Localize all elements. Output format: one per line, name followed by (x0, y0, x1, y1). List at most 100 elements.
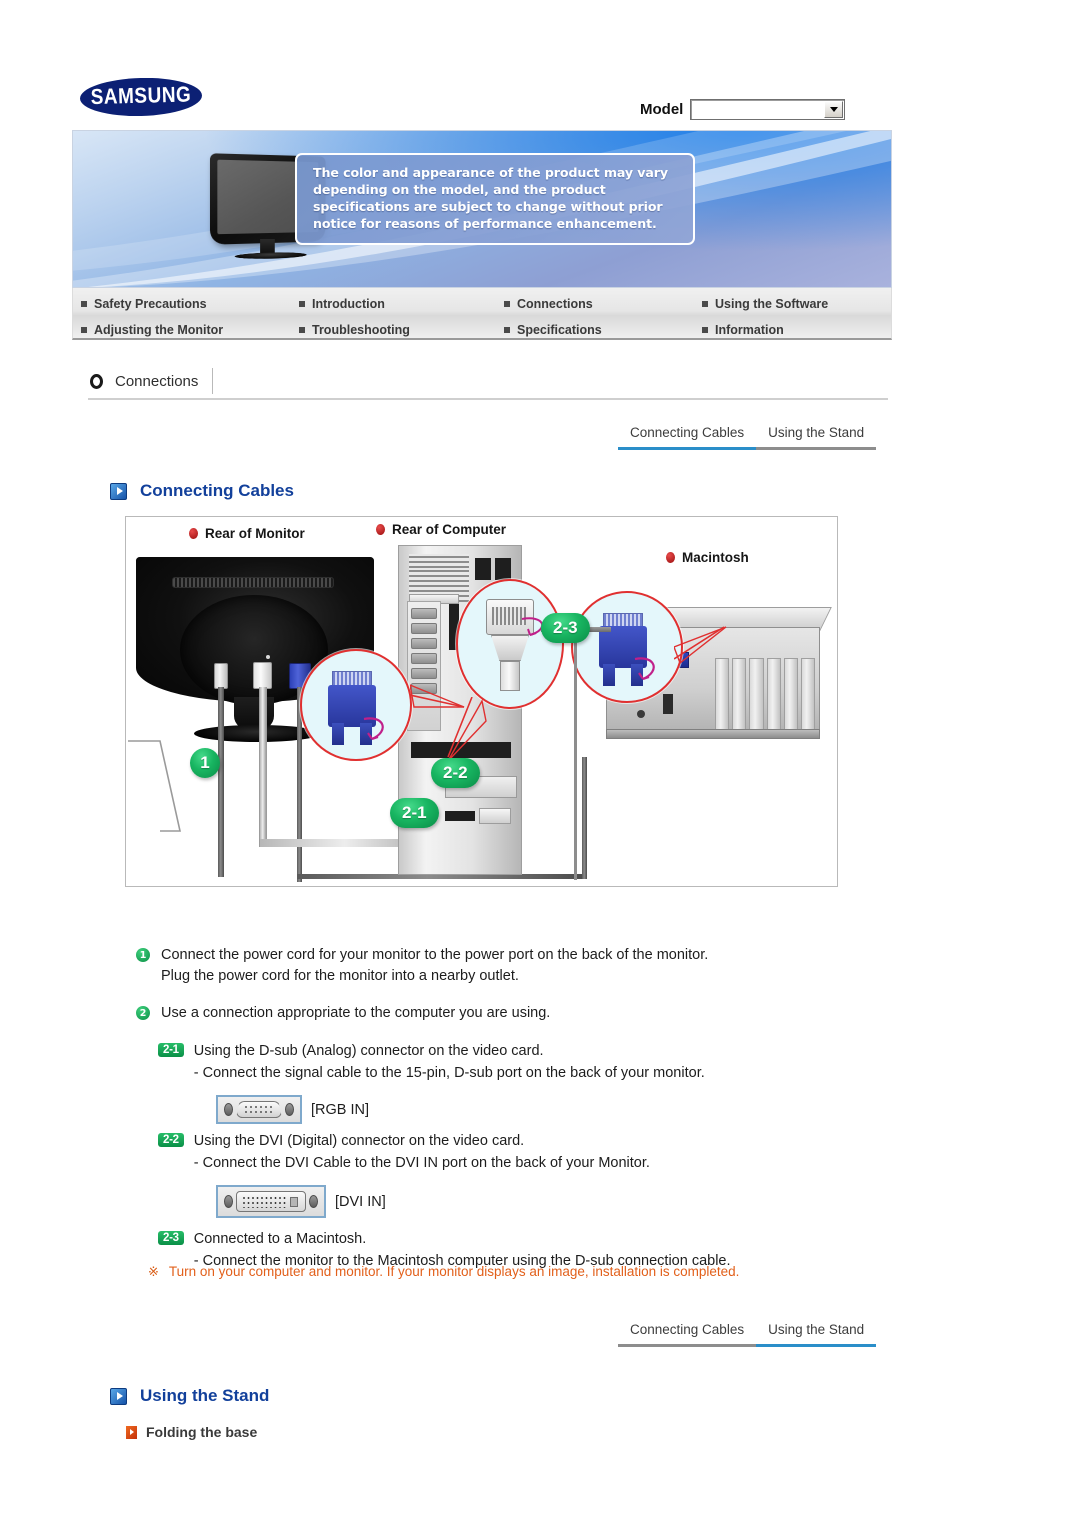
step-2-1-text: Using the D-sub (Analog) connector on th… (194, 1040, 705, 1084)
red-bullet-icon (189, 528, 198, 539)
chevron-down-icon[interactable] (824, 101, 844, 118)
bullet-icon (299, 301, 305, 307)
step-2-1-line-1: Using the D-sub (Analog) connector on th… (193, 1043, 544, 1059)
circle-icon (90, 373, 103, 389)
product-notice-box: The color and appearance of the product … (295, 153, 695, 245)
bullet-icon (81, 327, 87, 333)
step-1-text: Connect the power cord for your monitor … (161, 945, 708, 987)
magnifier-macintosh-dsub (571, 591, 683, 703)
cable-macintosh-riser (574, 632, 577, 880)
tab-using-the-stand-bottom[interactable]: Using the Stand (756, 1320, 877, 1347)
nav-item-using-the-software[interactable]: Using the Software (702, 291, 891, 317)
nav-item-troubleshooting[interactable]: Troubleshooting (299, 317, 504, 343)
cable-dvi-vertical (259, 687, 267, 847)
nav-item-connections[interactable]: Connections (504, 291, 702, 317)
dsub-port-icon (216, 1095, 302, 1124)
model-label: Model (640, 101, 684, 118)
magnifier-computer-dvi (456, 579, 564, 709)
badge-2-2: 2-2 (431, 758, 480, 788)
nav-item-safety-precautions[interactable]: Safety Precautions (81, 291, 299, 317)
tab-connecting-cables-bottom[interactable]: Connecting Cables (618, 1320, 757, 1347)
step-2-2-text: Using the DVI (Digital) connector on the… (194, 1130, 650, 1174)
bullet-icon (504, 301, 510, 307)
play-arrow-icon (110, 1387, 127, 1405)
manual-page: SAMSUNG Model The color and appearance o… (0, 0, 1080, 1528)
bullet-icon (81, 301, 87, 307)
magnifier-monitor-dsub (300, 649, 412, 761)
nav-label: Adjusting the Monitor (94, 323, 224, 337)
step-2-3-line-1: Connected to a Macintosh. (193, 1231, 367, 1247)
bullet-icon (702, 327, 708, 333)
section-title-using-the-stand: Using the Stand (140, 1386, 270, 1405)
orange-play-arrow-icon (126, 1425, 137, 1439)
power-plug-connector (214, 663, 228, 689)
nav-label: Troubleshooting (312, 323, 410, 337)
nav-item-introduction[interactable]: Introduction (299, 291, 504, 317)
step-number-badge: 1 (136, 948, 150, 962)
tabs-bottom: Connecting Cables Using the Stand (618, 1320, 877, 1347)
diagram-label-rear-of-monitor: Rear of Monitor (189, 526, 305, 541)
nav-label: Connections (517, 297, 593, 311)
section-heading-using-the-stand: Using the Stand (110, 1386, 269, 1406)
nav-item-adjusting-the-monitor[interactable]: Adjusting the Monitor (81, 317, 299, 343)
nav-label: Safety Precautions (94, 297, 207, 311)
step-number-badge: 2 (136, 1006, 150, 1020)
step-2-1-line-2: - Connect the signal cable to the 15-pin… (193, 1065, 705, 1081)
red-bullet-icon (376, 524, 385, 535)
label-text: Rear of Monitor (205, 526, 305, 541)
step-2-2-line-2: - Connect the DVI Cable to the DVI IN po… (193, 1155, 650, 1171)
cable-dsub-riser (582, 757, 587, 879)
nav-label: Information (715, 323, 784, 337)
model-selector-row: Model (640, 99, 846, 120)
step-1-line-2: Plug the power cord for the monitor into… (161, 968, 519, 984)
substep-badge-2-1: 2-1 (158, 1043, 184, 1057)
model-dropdown[interactable] (690, 99, 846, 120)
dvi-plug-connector (253, 662, 272, 689)
nav-label: Specifications (517, 323, 602, 337)
dvi-in-port-row: [DVI IN] (216, 1185, 936, 1218)
main-navigation: Safety Precautions Introduction Connecti… (72, 288, 892, 340)
step-2-2-line-1: Using the DVI (Digital) connector on the… (193, 1133, 525, 1149)
tabs-top: Connecting Cables Using the Stand (618, 423, 877, 450)
substep-badge-2-3: 2-3 (158, 1231, 184, 1245)
red-bullet-icon (666, 552, 675, 563)
page-header: SAMSUNG Model The color and appearance o… (0, 0, 1080, 345)
badge-2-3: 2-3 (541, 613, 590, 643)
label-text: Macintosh (682, 550, 749, 565)
breadcrumb: Connections (88, 364, 888, 400)
installation-note-text: Turn on your computer and monitor. If yo… (168, 1264, 740, 1279)
nav-label: Introduction (312, 297, 385, 311)
rgb-in-port-row: [RGB IN] (216, 1095, 936, 1124)
label-text: Rear of Computer (392, 522, 507, 537)
bullet-icon (299, 327, 305, 333)
badge-1: 1 (190, 748, 220, 778)
subsection-title: Folding the base (146, 1424, 258, 1440)
section-heading-connecting-cables: Connecting Cables (110, 481, 294, 501)
reference-mark-icon: ※ (148, 1264, 159, 1279)
instruction-step-1: 1 Connect the power cord for your monito… (136, 945, 936, 987)
nav-label: Using the Software (715, 297, 829, 311)
badge-2-1: 2-1 (390, 798, 439, 828)
connection-diagram: Rear of Monitor Rear of Computer Macinto… (125, 516, 838, 887)
substep-badge-2-2: 2-2 (158, 1133, 184, 1147)
bullet-icon (504, 327, 510, 333)
diagram-label-macintosh: Macintosh (666, 550, 749, 565)
dvi-in-caption: [DVI IN] (335, 1193, 386, 1210)
instruction-step-2-2: 2-2 Using the DVI (Digital) connector on… (158, 1130, 936, 1218)
nav-item-information[interactable]: Information (702, 317, 891, 343)
instruction-step-2-1: 2-1 Using the D-sub (Analog) connector o… (158, 1040, 936, 1124)
tab-connecting-cables-top[interactable]: Connecting Cables (618, 423, 757, 450)
magnifier-pointer-macintosh (674, 626, 727, 665)
cable-power (218, 687, 224, 877)
step-1-line-1: Connect the power cord for your monitor … (161, 947, 709, 963)
samsung-logo-text: SAMSUNG (90, 83, 192, 110)
installation-note: ※ Turn on your computer and monitor. If … (148, 1262, 739, 1281)
subsection-folding-the-base: Folding the base (126, 1424, 257, 1440)
breadcrumb-label: Connections (115, 368, 214, 394)
tab-using-the-stand-top[interactable]: Using the Stand (756, 423, 877, 450)
rgb-in-caption: [RGB IN] (311, 1101, 370, 1118)
page-title: Connecting Cables (140, 481, 294, 500)
dvi-port-icon (216, 1185, 326, 1218)
nav-item-specifications[interactable]: Specifications (504, 317, 702, 343)
bullet-icon (702, 301, 708, 307)
